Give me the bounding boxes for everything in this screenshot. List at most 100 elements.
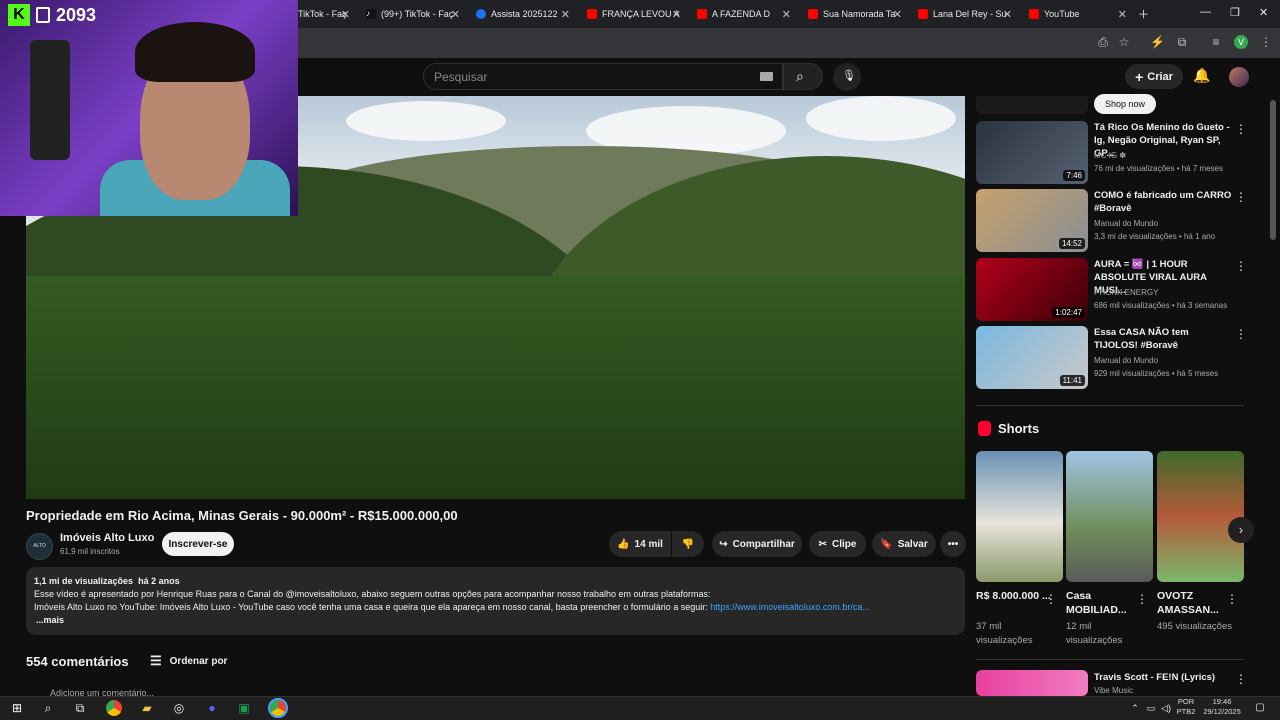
terminal-icon[interactable]: ▣ xyxy=(236,700,252,716)
create-button[interactable]: + Criar xyxy=(1125,64,1183,89)
close-tab-icon[interactable]: ✕ xyxy=(782,8,791,21)
browser-tab-active[interactable]: YouTube ✕ xyxy=(1029,4,1127,24)
bookmark-star-icon[interactable]: ☆ xyxy=(1117,35,1131,49)
browser-tab[interactable]: A FAZENDA D ✕ xyxy=(697,4,791,24)
clip-button[interactable]: ✂ Clipe xyxy=(809,531,866,557)
short-title[interactable]: R$ 8.000.000 ... xyxy=(976,589,1051,603)
short-thumbnail[interactable] xyxy=(1157,451,1244,582)
description-link[interactable]: https://www.imoveisaltoluxo.com.br/ca... xyxy=(710,602,870,612)
close-tab-icon[interactable]: ✕ xyxy=(1118,8,1127,21)
notifications-icon[interactable]: 🔔 xyxy=(1193,67,1210,84)
close-window-icon[interactable]: ✕ xyxy=(1259,6,1268,19)
file-explorer-icon[interactable]: ▰ xyxy=(139,700,155,716)
more-vert-icon[interactable]: ⋮ xyxy=(1045,592,1057,606)
browser-tab[interactable]: ♪ (99+) TikTok - Faç ✕ xyxy=(366,4,460,24)
sidebar-ad-thumbnail[interactable] xyxy=(976,96,1088,114)
windows-start-icon[interactable]: ⊞ xyxy=(9,700,25,716)
close-tab-icon[interactable]: ✕ xyxy=(893,8,902,21)
close-tab-icon[interactable]: ✕ xyxy=(1003,8,1012,21)
minimize-icon[interactable]: — xyxy=(1200,6,1211,18)
dislike-button[interactable]: 👎 xyxy=(672,531,704,557)
more-vert-icon[interactable]: ⋮ xyxy=(1226,592,1238,606)
like-button[interactable]: 👍 14 mil xyxy=(609,531,671,557)
short-thumbnail[interactable] xyxy=(976,451,1063,582)
chrome-icon[interactable] xyxy=(106,700,122,716)
related-video-title[interactable]: Essa CASA NÃO tem TIJOLOS! #Boravê xyxy=(1094,326,1232,352)
duration-badge: 14:52 xyxy=(1058,238,1085,249)
search-icon: ⌕ xyxy=(796,68,804,84)
menu-dots-icon[interactable]: ⋮ xyxy=(1259,35,1273,49)
search-button[interactable]: ⌕ xyxy=(783,63,823,90)
network-icon[interactable]: ▭ xyxy=(1143,700,1159,716)
more-vert-icon[interactable]: ⋮ xyxy=(1136,592,1148,606)
account-avatar[interactable] xyxy=(1229,67,1249,87)
next-arrow-icon[interactable]: › xyxy=(1228,517,1254,543)
close-tab-icon[interactable]: ✕ xyxy=(341,8,350,21)
keyboard-icon[interactable] xyxy=(760,72,773,81)
install-icon[interactable]: ⎙ xyxy=(1096,35,1110,49)
sort-comments-button[interactable]: ☰ Ordenar por xyxy=(150,653,227,669)
video-thumbnail[interactable]: 1:02:47 xyxy=(976,258,1088,321)
more-vert-icon[interactable]: ⋮ xyxy=(1235,259,1247,273)
notification-center-icon[interactable]: ▢ xyxy=(1252,700,1268,716)
channel-avatar[interactable]: ALTO LUXO xyxy=(26,533,53,574)
discord-icon[interactable]: ● xyxy=(204,700,220,716)
voice-search-button[interactable]: 🎙 xyxy=(833,63,861,91)
sort-icon: ☰ xyxy=(150,653,162,668)
more-actions-button[interactable]: ••• xyxy=(940,531,966,557)
show-more-link[interactable]: ...mais xyxy=(34,614,957,627)
description-box[interactable]: 1,1 mi de visualizações há 2 anos Esse v… xyxy=(26,567,965,635)
related-video-channel[interactable]: MC IG ✽ xyxy=(1094,151,1126,160)
more-vert-icon[interactable]: ⋮ xyxy=(1235,327,1247,341)
related-video-title[interactable]: COMO é fabricado um CARRO #Boravê xyxy=(1094,189,1232,215)
video-thumbnail[interactable]: 14:52 xyxy=(976,189,1088,252)
playlist-icon[interactable]: ≡ xyxy=(1209,35,1223,49)
related-video-title[interactable]: Travis Scott - FE!N (Lyrics) xyxy=(1094,671,1232,684)
related-video-channel[interactable]: Vibe Music xyxy=(1094,686,1133,695)
close-tab-icon[interactable]: ✕ xyxy=(561,8,570,21)
short-thumbnail[interactable] xyxy=(1066,451,1153,582)
shop-now-button[interactable]: Shop now xyxy=(1094,94,1156,114)
subscribe-button[interactable]: Inscrever-se xyxy=(162,532,234,556)
more-vert-icon[interactable]: ⋮ xyxy=(1235,190,1247,204)
more-vert-icon[interactable]: ⋮ xyxy=(1235,122,1247,136)
related-video[interactable]: 1:02:47 AURA = ♾️ | 1 HOUR ABSOLUTE VIRA… xyxy=(976,258,1246,322)
clock[interactable]: 19:46 29/12/2025 xyxy=(1200,697,1244,717)
more-vert-icon[interactable]: ⋮ xyxy=(1235,672,1247,686)
obs-icon[interactable]: ◎ xyxy=(171,700,187,716)
task-view-icon[interactable]: ⧉ xyxy=(72,700,88,716)
share-button[interactable]: ↪ Compartilhar xyxy=(712,531,802,557)
related-video-channel[interactable]: Manual do Mundo xyxy=(1094,356,1158,365)
page-scrollbar[interactable] xyxy=(1270,100,1276,240)
channel-name[interactable]: Imóveis Alto Luxo xyxy=(60,532,154,544)
video-thumbnail[interactable] xyxy=(976,670,1088,696)
video-thumbnail[interactable]: 7:46 xyxy=(976,121,1088,184)
browser-tab[interactable]: Lana Del Rey - Su ✕ xyxy=(918,4,1012,24)
browser-tab[interactable]: Sua Namorada Ta ✕ xyxy=(808,4,902,24)
close-tab-icon[interactable]: ✕ xyxy=(672,8,681,21)
video-thumbnail[interactable]: 11:41 xyxy=(976,326,1088,389)
browser-tab[interactable]: Assista 2025122 ✕ xyxy=(476,4,570,24)
search-input[interactable]: Pesquisar xyxy=(423,63,783,90)
browser-tab[interactable]: TikTok - Faç ✕ xyxy=(298,4,350,24)
save-button[interactable]: 🔖 Salvar xyxy=(872,531,936,557)
related-video[interactable]: 11:41 Essa CASA NÃO tem TIJOLOS! #Boravê… xyxy=(976,326,1246,390)
keyboard-language[interactable]: POR PTB2 xyxy=(1174,697,1198,717)
tray-chevron-icon[interactable]: ⌃ xyxy=(1127,700,1143,716)
maximize-icon[interactable]: ❐ xyxy=(1230,6,1240,19)
extension-icon[interactable]: ⚡ xyxy=(1150,35,1165,49)
new-tab-icon[interactable]: ＋ xyxy=(1138,6,1149,22)
profile-icon[interactable]: V xyxy=(1234,35,1248,49)
volume-icon[interactable]: ◁) xyxy=(1158,700,1174,716)
close-tab-icon[interactable]: ✕ xyxy=(451,8,460,21)
related-video[interactable]: 7:46 Tá Rico Os Menino do Gueto - Ig, Ne… xyxy=(976,121,1246,185)
search-icon[interactable]: ⌕ xyxy=(40,700,56,716)
browser-tab[interactable]: FRANÇA LEVOU A ✕ xyxy=(587,4,681,24)
related-video[interactable]: 14:52 COMO é fabricado um CARRO #Boravê … xyxy=(976,189,1246,253)
related-video-channel[interactable]: PHONK ENERGY xyxy=(1094,288,1158,297)
short-title[interactable]: OVOTZ AMASSAN... xyxy=(1157,589,1232,617)
chrome-active-icon[interactable] xyxy=(268,698,288,718)
puzzle-icon[interactable]: ⧉ xyxy=(1175,35,1189,49)
related-video-channel[interactable]: Manual do Mundo xyxy=(1094,219,1158,228)
short-title[interactable]: Casa MOBILIAD... xyxy=(1066,589,1141,617)
